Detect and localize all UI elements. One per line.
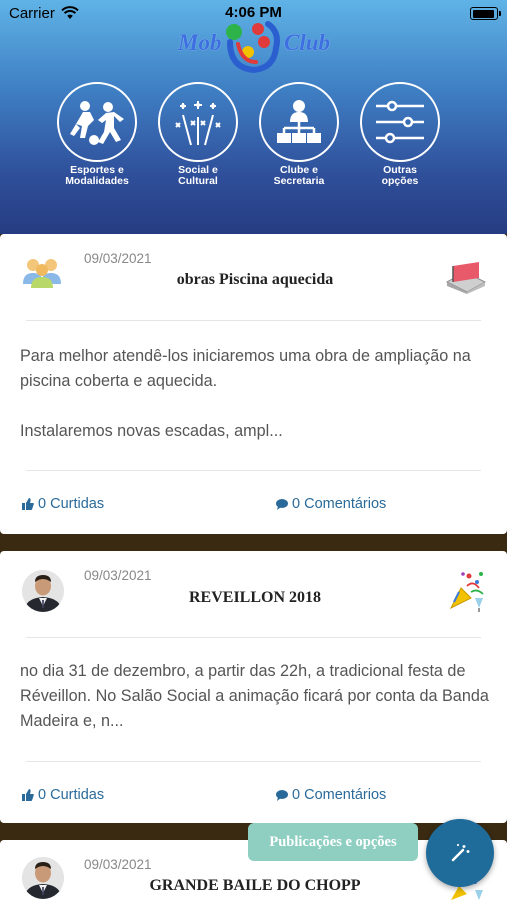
magic-wand-button[interactable]	[426, 819, 494, 887]
menu-item-label: Clube e Secretaria	[273, 164, 325, 187]
author-avatar	[22, 570, 64, 612]
magic-wand-icon	[451, 844, 470, 862]
divider	[26, 320, 481, 321]
likes-count: 0 Curtidas	[38, 787, 105, 803]
post-date: 09/03/2021	[84, 568, 152, 583]
menu-item-label: Esportes e Modalidades	[65, 164, 129, 187]
sliders-icon	[376, 100, 424, 144]
post-body: Para melhor atendê-los iniciaremos uma o…	[20, 347, 471, 440]
post-title: REVEILLON 2018	[188, 589, 322, 606]
category-menu: Esportes e Modalidades Social e Cultural…	[0, 82, 507, 192]
post-card[interactable]: 09/03/2021 obras Piscina aquecida Para m…	[0, 234, 507, 534]
construction-icon	[445, 262, 487, 294]
app-header: Carrier 4:06 PM Mob Club Esportes e Moda…	[0, 0, 507, 234]
post-title: GRANDE BAILE DO CHOPP	[149, 877, 361, 894]
battery-icon	[470, 7, 501, 20]
post-date: 09/03/2021	[84, 251, 152, 266]
logo-text-right: Club	[284, 30, 331, 55]
divider	[26, 761, 481, 762]
menu-item-label: Outras opções	[381, 164, 419, 187]
menu-circle	[259, 82, 339, 162]
menu-circle	[158, 82, 238, 162]
post-date: 09/03/2021	[84, 857, 152, 872]
logo-mark-icon	[226, 21, 280, 73]
fireworks-icon	[175, 101, 221, 146]
post-card[interactable]: 09/03/2021 REVEILLON 2018 no dia 31 de d…	[0, 551, 507, 823]
comment-icon	[276, 789, 288, 801]
menu-item-social[interactable]: Social e Cultural	[153, 82, 243, 187]
post-footer: 0 Curtidas 0 Comentários	[0, 496, 507, 520]
comment-button[interactable]: 0 Comentários	[276, 496, 386, 512]
post-body: no dia 31 de dezembro, a partir das 22h,…	[20, 662, 489, 730]
divider	[26, 637, 481, 638]
post-footer: 0 Curtidas 0 Comentários	[0, 787, 507, 811]
people-group-icon	[23, 259, 61, 288]
app-logo: Mob Club	[176, 18, 336, 73]
divider	[26, 470, 481, 471]
org-chart-icon	[277, 100, 321, 143]
comment-button[interactable]: 0 Comentários	[276, 787, 386, 803]
author-avatar	[22, 857, 64, 899]
logo-text-left: Mob	[178, 30, 222, 55]
menu-circle	[57, 82, 137, 162]
sports-icon	[70, 101, 124, 145]
post-title: obras Piscina aquecida	[176, 271, 334, 288]
menu-circle	[360, 82, 440, 162]
thumbs-up-icon	[22, 498, 34, 510]
thumbs-up-icon	[22, 789, 34, 801]
publications-options-label[interactable]: Publicações e opções	[248, 823, 418, 861]
menu-item-clube[interactable]: Clube e Secretaria	[254, 82, 344, 187]
comment-icon	[276, 498, 288, 510]
likes-count: 0 Curtidas	[38, 496, 105, 512]
menu-item-outras[interactable]: Outras opções	[355, 82, 445, 187]
party-icon	[449, 572, 484, 612]
comments-count: 0 Comentários	[292, 496, 387, 512]
menu-item-esportes[interactable]: Esportes e Modalidades	[52, 82, 142, 187]
comments-count: 0 Comentários	[292, 787, 387, 803]
like-button[interactable]: 0 Curtidas	[22, 787, 104, 803]
menu-item-label: Social e Cultural	[178, 164, 218, 187]
like-button[interactable]: 0 Curtidas	[22, 496, 104, 512]
